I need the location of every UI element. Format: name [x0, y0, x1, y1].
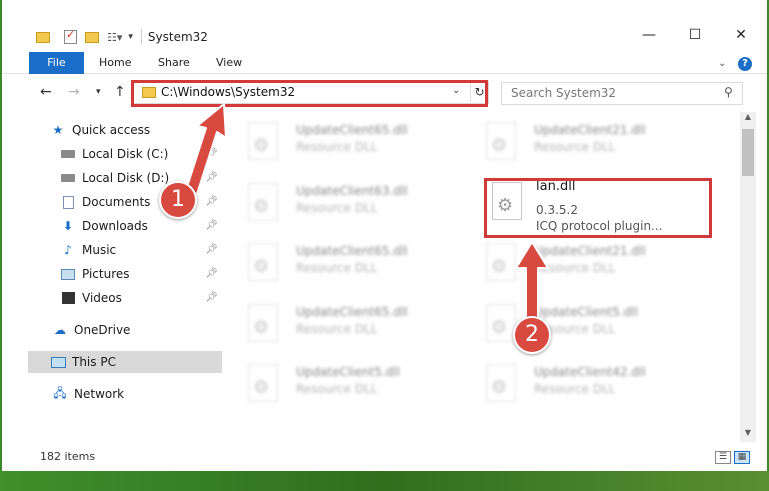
- recent-locations-icon[interactable]: ▾: [96, 87, 101, 97]
- dll-file-icon: [486, 243, 516, 281]
- vertical-scrollbar[interactable]: ▲ ▼: [740, 112, 756, 442]
- file-item[interactable]: UpdateClient65.dll Resource DLL: [234, 237, 464, 291]
- pin-icon[interactable]: 📌︎: [205, 292, 218, 303]
- sidebar-item-network[interactable]: 🖧︎ Network: [52, 383, 246, 405]
- file-item[interactable]: UpdateClient65.dll Resource DLL: [234, 116, 464, 170]
- details-view-icon[interactable]: ☰: [715, 451, 731, 464]
- file-item[interactable]: UpdateClient5.dll Resource DLL: [472, 298, 702, 352]
- search-icon[interactable]: ⚲: [724, 85, 733, 99]
- sidebar-item-music[interactable]: ♪ Music 📌︎: [60, 239, 222, 261]
- minimize-button[interactable]: —: [626, 22, 672, 48]
- step-1-callout: 1: [159, 181, 197, 219]
- dll-file-icon: [486, 364, 516, 402]
- file-item[interactable]: UpdateClient63.dll Resource DLL: [234, 177, 464, 231]
- sidebar-item-pictures[interactable]: Pictures 📌︎: [60, 263, 222, 285]
- sidebar-item-downloads[interactable]: ⬇ Downloads 📌︎: [60, 215, 222, 237]
- title-bar: ☷▾ ▾ System32 — ☐ ✕: [2, 0, 767, 48]
- navigation-pane: ★ Quick access Local Disk (C:) 📌︎ Local …: [2, 112, 234, 442]
- drive-icon: [60, 171, 76, 185]
- documents-icon: [60, 195, 76, 209]
- customize-toolbar-icon[interactable]: ▾: [128, 32, 133, 42]
- downloads-icon: ⬇: [62, 219, 74, 233]
- search-input[interactable]: Search System32: [511, 86, 616, 100]
- explorer-window: ☷▾ ▾ System32 — ☐ ✕ File Home Share View…: [0, 0, 769, 491]
- file-item[interactable]: UpdateClient21.dll Resource DLL: [472, 116, 702, 170]
- music-icon: ♪: [64, 243, 72, 257]
- star-icon: ★: [52, 123, 64, 137]
- tab-file[interactable]: File: [29, 52, 84, 74]
- dll-file-icon: [248, 122, 278, 160]
- window-title: System32: [147, 30, 208, 44]
- ribbon-tabs: File Home Share View: [2, 52, 767, 74]
- desktop-background: [0, 471, 769, 491]
- tab-view[interactable]: View: [216, 52, 242, 74]
- computer-icon: [50, 355, 66, 369]
- scroll-thumb[interactable]: [742, 129, 754, 176]
- file-item[interactable]: UpdateClient65.dll Resource DLL: [234, 298, 464, 352]
- sidebar-item-quick-access[interactable]: ★ Quick access: [50, 119, 244, 141]
- dll-file-icon: [486, 304, 516, 342]
- file-item[interactable]: UpdateClient42.dll Resource DLL: [472, 358, 702, 412]
- sidebar-item-local-disk-d[interactable]: Local Disk (D:) 📌︎: [60, 167, 222, 189]
- sidebar-item-videos[interactable]: Videos 📌︎: [60, 287, 222, 309]
- search-box[interactable]: Search System32 ⚲: [501, 82, 743, 105]
- network-icon: 🖧︎: [53, 385, 67, 400]
- close-button[interactable]: ✕: [718, 22, 764, 48]
- step-2-callout: 2: [513, 316, 551, 354]
- forward-icon[interactable]: →: [68, 84, 80, 100]
- sidebar-item-local-disk-c[interactable]: Local Disk (C:) 📌︎: [60, 143, 222, 165]
- sidebar-item-documents[interactable]: Documents 📌︎: [60, 191, 222, 213]
- maximize-button[interactable]: ☐: [672, 22, 718, 48]
- dll-file-icon: [248, 304, 278, 342]
- dll-file-icon: [248, 364, 278, 402]
- address-highlight-box: [131, 80, 488, 107]
- cloud-icon: ☁: [54, 323, 66, 337]
- up-icon[interactable]: ↑: [114, 84, 126, 100]
- file-item[interactable]: UpdateClient5.dll Resource DLL: [234, 358, 464, 412]
- tab-share[interactable]: Share: [158, 52, 190, 74]
- view-icon[interactable]: ☷▾: [107, 31, 122, 44]
- folder-icon[interactable]: [36, 31, 50, 43]
- tab-home[interactable]: Home: [99, 52, 131, 74]
- pin-icon[interactable]: 📌︎: [205, 196, 218, 207]
- new-folder-icon[interactable]: [85, 31, 99, 43]
- quick-access-toolbar: ☷▾ ▾ System32: [36, 26, 208, 48]
- title-separator: [140, 29, 142, 45]
- window-controls: — ☐ ✕: [626, 22, 764, 48]
- scroll-up-icon[interactable]: ▲: [740, 112, 756, 126]
- dll-file-icon: [248, 243, 278, 281]
- help-icon[interactable]: ?: [738, 57, 752, 71]
- pictures-icon: [60, 267, 76, 281]
- pin-icon[interactable]: 📌︎: [205, 244, 218, 255]
- scroll-down-icon[interactable]: ▼: [740, 428, 756, 442]
- pin-icon[interactable]: 📌︎: [205, 220, 218, 231]
- file-item[interactable]: UpdateClient21.dll Resource DLL: [472, 237, 702, 291]
- pin-icon[interactable]: 📌︎: [205, 148, 218, 159]
- ribbon-expand-icon[interactable]: ⌄: [718, 58, 726, 69]
- pin-icon[interactable]: 📌︎: [205, 268, 218, 279]
- videos-icon: [60, 291, 76, 305]
- properties-icon[interactable]: [64, 28, 77, 44]
- pin-icon[interactable]: 📌︎: [205, 172, 218, 183]
- tiles-view-icon[interactable]: ▦: [734, 451, 750, 464]
- status-bar: 182 items ☰ ▦: [2, 444, 767, 470]
- item-count: 182 items: [40, 450, 96, 463]
- drive-icon: [60, 147, 76, 161]
- dll-file-icon: [486, 122, 516, 160]
- back-icon[interactable]: ←: [40, 84, 52, 100]
- file-list: UpdateClient65.dll Resource DLL UpdateCl…: [234, 112, 738, 442]
- dll-file-icon: [248, 183, 278, 221]
- view-switcher: ☰ ▦: [712, 451, 750, 464]
- sidebar-item-this-pc[interactable]: This PC: [28, 351, 222, 373]
- file-highlight-box: [484, 178, 712, 238]
- sidebar-item-onedrive[interactable]: ☁ OneDrive: [52, 319, 246, 341]
